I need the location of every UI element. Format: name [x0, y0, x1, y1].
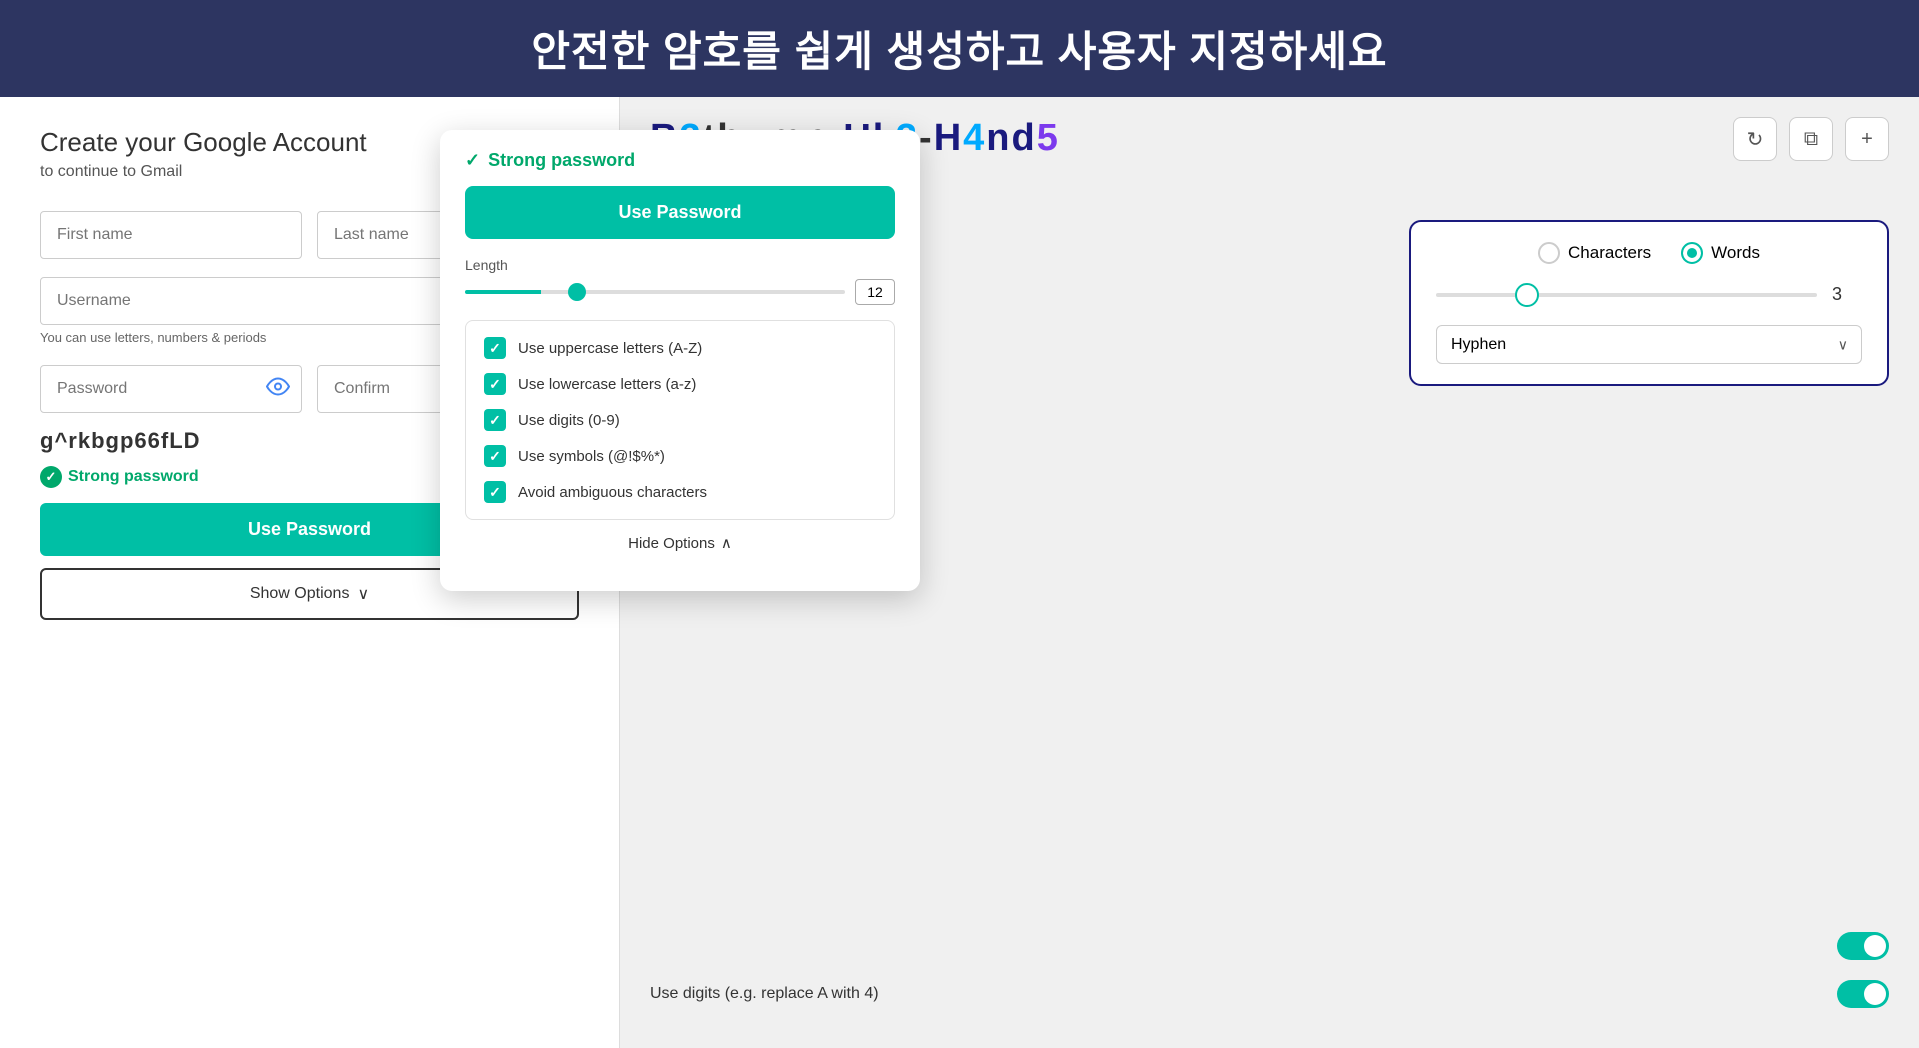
first-name-input[interactable]: [40, 211, 302, 259]
option-uppercase: Use uppercase letters (A-Z): [484, 337, 876, 359]
toggle-section: Use digits (e.g. replace A with 4): [650, 922, 1889, 1018]
option-ambiguous: Avoid ambiguous characters: [484, 481, 876, 503]
word-count-slider[interactable]: [1436, 293, 1817, 297]
words-char-panel: Characters Words 3 Hyphen Underscore Spa…: [1409, 220, 1889, 386]
popup-use-password-button[interactable]: Use Password: [465, 186, 895, 239]
password-wrapper: [40, 365, 302, 413]
option-digits: Use digits (0-9): [484, 409, 876, 431]
checkbox-ambiguous[interactable]: [484, 481, 506, 503]
action-icons: ↻ ⧉ +: [1733, 117, 1889, 161]
add-icon: +: [1861, 128, 1873, 151]
length-label: Length: [465, 257, 895, 273]
length-section: Length: [465, 257, 895, 305]
copy-icon: ⧉: [1804, 128, 1818, 151]
checkbox-symbols[interactable]: [484, 445, 506, 467]
words-option[interactable]: Words: [1681, 242, 1760, 264]
refresh-button[interactable]: ↻: [1733, 117, 1777, 161]
length-slider[interactable]: [465, 290, 845, 294]
chevron-down-icon: ∨: [357, 584, 369, 604]
digits-label: Use digits (e.g. replace A with 4): [650, 985, 879, 1003]
hide-options-button[interactable]: Hide Options ∧: [465, 520, 895, 566]
check-circle-icon: ✓: [40, 466, 62, 488]
length-value-input[interactable]: [855, 279, 895, 305]
digits-row: Use digits (e.g. replace A with 4): [650, 970, 1889, 1018]
characters-radio[interactable]: [1538, 242, 1560, 264]
header-text: 안전한 암호를 쉽게 생성하고 사용자 지정하세요: [531, 28, 1387, 75]
password-eye-icon: [266, 375, 290, 404]
password-input[interactable]: [40, 365, 302, 413]
toggle-digits[interactable]: [1837, 980, 1889, 1008]
option-symbols: Use symbols (@!$%*): [484, 445, 876, 467]
popup-check-icon: ✓: [465, 150, 480, 171]
length-slider-row: [465, 279, 895, 305]
chevron-up-icon: ∧: [721, 534, 732, 552]
word-count-value: 3: [1832, 284, 1862, 305]
toggle-1[interactable]: [1837, 932, 1889, 960]
separator-wrapper: Hyphen Underscore Space None: [1436, 325, 1862, 364]
checkbox-uppercase[interactable]: [484, 337, 506, 359]
radio-row: Characters Words: [1436, 242, 1862, 264]
copy-button[interactable]: ⧉: [1789, 117, 1833, 161]
options-box: Use uppercase letters (A-Z) Use lowercas…: [465, 320, 895, 520]
refresh-icon: ↻: [1747, 127, 1764, 152]
toggle-row-1: [650, 922, 1889, 970]
words-radio[interactable]: [1681, 242, 1703, 264]
checkbox-digits[interactable]: [484, 409, 506, 431]
popup-overlay: ✓ Strong password Use Password Length Us…: [440, 130, 920, 591]
word-count-row: 3: [1436, 284, 1862, 305]
main-content: Create your Google Account to continue t…: [0, 97, 1919, 1048]
checkbox-lowercase[interactable]: [484, 373, 506, 395]
separator-dropdown[interactable]: Hyphen Underscore Space None: [1436, 325, 1862, 364]
option-lowercase: Use lowercase letters (a-z): [484, 373, 876, 395]
add-button[interactable]: +: [1845, 117, 1889, 161]
header-banner: 안전한 암호를 쉽게 생성하고 사용자 지정하세요: [0, 0, 1919, 97]
popup-strong-label: ✓ Strong password: [465, 150, 895, 171]
characters-option[interactable]: Characters: [1538, 242, 1651, 264]
